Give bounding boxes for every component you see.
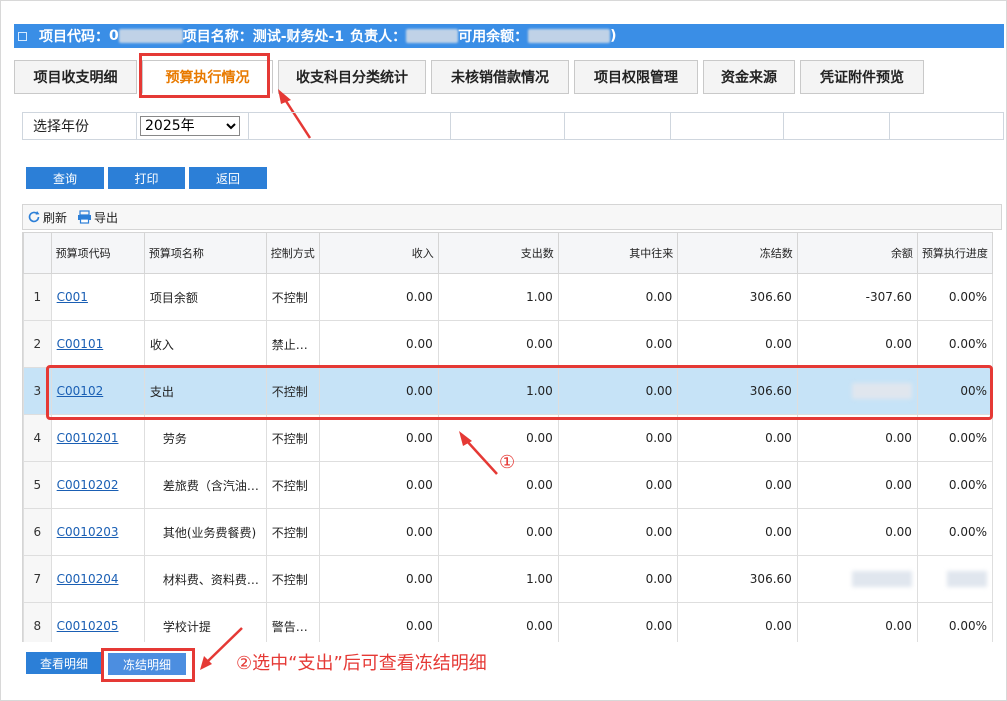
arrow-to-row — [200, 431, 498, 670]
frozen-button-highlight — [101, 648, 195, 682]
annotation-step2: ②选中“支出”后可查看冻结明细 — [236, 653, 487, 674]
annotation-step1: ① — [499, 452, 516, 473]
view-detail-button[interactable]: 查看明细 — [26, 652, 102, 674]
